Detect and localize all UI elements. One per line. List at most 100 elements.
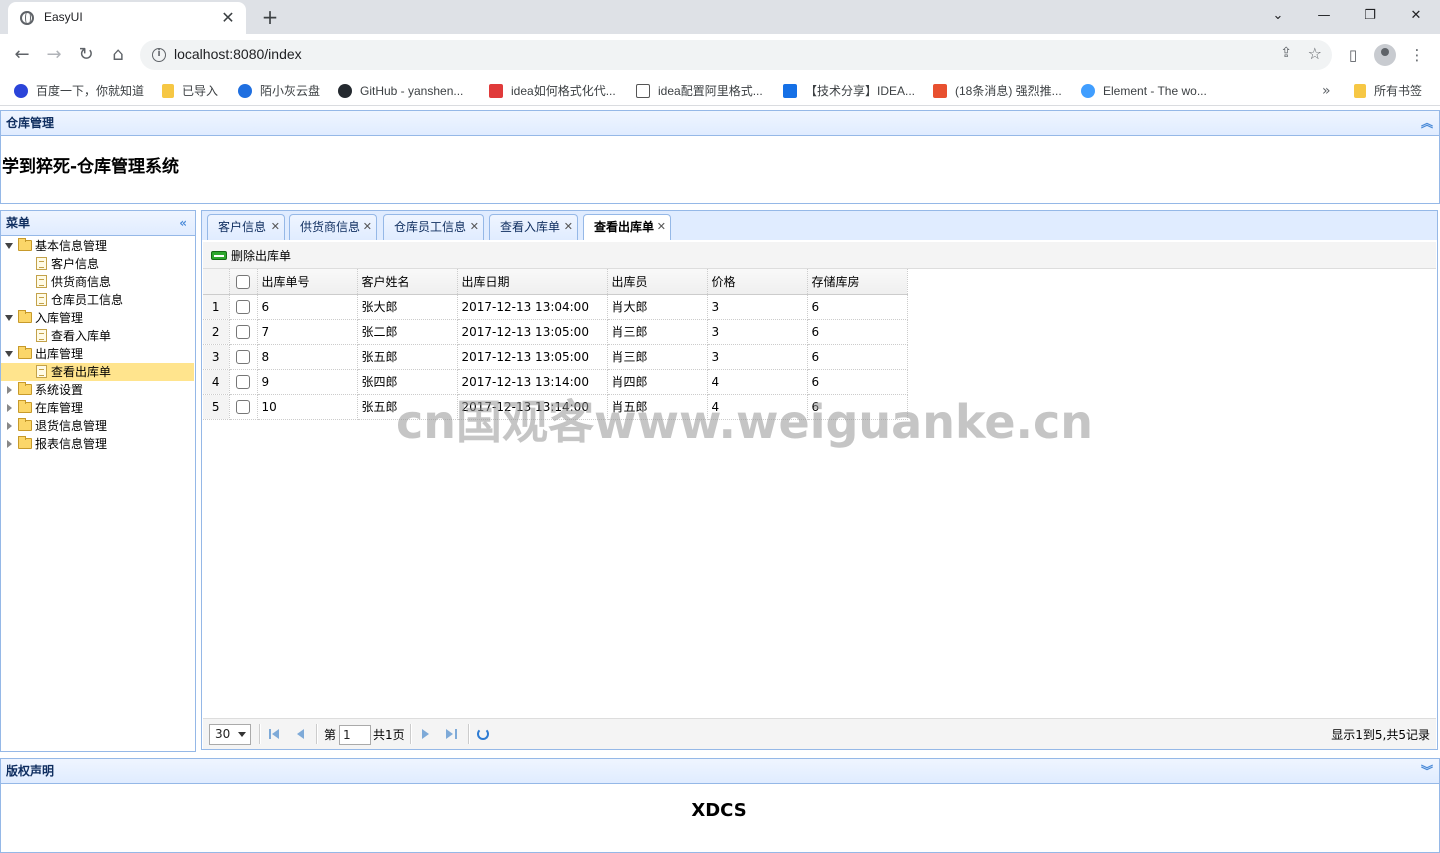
- table-cell[interactable]: 肖三郎: [607, 319, 708, 345]
- row-checkbox[interactable]: [236, 324, 250, 339]
- tree-expand-icon[interactable]: [5, 315, 13, 321]
- tree-node-view-outbound[interactable]: 查看出库单: [1, 363, 194, 381]
- back-button[interactable]: ←: [10, 43, 34, 67]
- bookmark-item[interactable]: (18条消息) 强烈推...: [933, 82, 1062, 100]
- row-checkbox-cell[interactable]: [229, 344, 258, 370]
- bookmark-item[interactable]: 陌小灰云盘: [238, 82, 320, 100]
- tree-expand-icon[interactable]: [5, 243, 13, 249]
- tree-expand-icon[interactable]: [5, 351, 13, 357]
- row-checkbox[interactable]: [236, 399, 250, 414]
- row-checkbox-cell[interactable]: [229, 294, 258, 320]
- tree-collapse-icon[interactable]: [7, 404, 12, 412]
- restore-button[interactable]: ❐: [1358, 6, 1382, 26]
- bookmark-item[interactable]: 百度一下，你就知道: [14, 82, 144, 100]
- bookmark-star-icon[interactable]: ☆: [1308, 44, 1322, 63]
- collapse-left-icon[interactable]: «: [179, 211, 187, 235]
- table-cell[interactable]: 2017-12-13 13:05:00: [457, 344, 608, 370]
- tree-node-supplier-info[interactable]: 供货商信息: [1, 273, 194, 291]
- reload-button[interactable]: ↻: [74, 43, 98, 67]
- column-header[interactable]: 客户姓名: [357, 269, 458, 295]
- row-checkbox[interactable]: [236, 299, 250, 314]
- close-icon[interactable]: ✕: [657, 215, 666, 239]
- tree-node-stock[interactable]: 在库管理: [1, 399, 194, 417]
- table-cell[interactable]: 9: [257, 369, 358, 395]
- tab-customer-info[interactable]: 客户信息 ✕: [207, 214, 285, 240]
- page-size-select[interactable]: 30: [209, 724, 251, 745]
- row-checkbox-cell[interactable]: [229, 394, 258, 420]
- row-checkbox[interactable]: [236, 349, 250, 364]
- minimize-button[interactable]: —: [1312, 6, 1336, 26]
- table-cell[interactable]: 7: [257, 319, 358, 345]
- refresh-icon[interactable]: [477, 728, 489, 740]
- share-icon[interactable]: ⇪: [1280, 45, 1292, 61]
- table-cell[interactable]: 肖大郎: [607, 294, 708, 320]
- table-row[interactable]: 2 7 张二郎 2017-12-13 13:05:00 肖三郎 3 6: [203, 319, 908, 345]
- all-bookmarks[interactable]: 所有书签: [1354, 82, 1422, 100]
- address-bar[interactable]: i localhost:8080/index ⇪ ☆: [140, 40, 1332, 70]
- row-checkbox-cell[interactable]: [229, 369, 258, 395]
- tree-node-staff-info[interactable]: 仓库员工信息: [1, 291, 194, 309]
- collapse-up-icon[interactable]: ︽: [1421, 111, 1433, 135]
- bookmark-item[interactable]: idea配置阿里格式...: [636, 82, 763, 100]
- close-icon[interactable]: ✕: [470, 215, 479, 239]
- side-panel-icon[interactable]: ▯: [1342, 44, 1364, 66]
- tree-node-customer-info[interactable]: 客户信息: [1, 255, 194, 273]
- table-cell[interactable]: 10: [257, 394, 358, 420]
- tab-staff-info[interactable]: 仓库员工信息 ✕: [383, 214, 484, 240]
- home-button[interactable]: ⌂: [106, 43, 130, 67]
- table-cell[interactable]: 2017-12-13 13:04:00: [457, 294, 608, 320]
- table-row[interactable]: 1 6 张大郎 2017-12-13 13:04:00 肖大郎 3 6: [203, 294, 908, 320]
- bookmark-item[interactable]: 【技术分享】IDEA...: [783, 82, 915, 100]
- table-row[interactable]: 3 8 张五郎 2017-12-13 13:05:00 肖三郎 3 6: [203, 344, 908, 370]
- tree-collapse-icon[interactable]: [7, 422, 12, 430]
- tab-supplier-info[interactable]: 供货商信息 ✕: [289, 214, 377, 240]
- last-page-icon[interactable]: [444, 726, 460, 742]
- tree-collapse-icon[interactable]: [7, 386, 12, 394]
- tree-node-basic-info[interactable]: 基本信息管理: [1, 237, 194, 255]
- bookmark-item[interactable]: idea如何格式化代...: [489, 82, 616, 100]
- column-header[interactable]: 出库员: [607, 269, 708, 295]
- column-header[interactable]: 出库单号: [257, 269, 358, 295]
- site-info-icon[interactable]: i: [152, 48, 166, 62]
- tab-search-icon[interactable]: ⌄: [1266, 6, 1290, 26]
- collapse-down-icon[interactable]: ︾: [1421, 759, 1433, 783]
- first-page-icon[interactable]: [267, 726, 283, 742]
- delete-outbound-button[interactable]: 删除出库单: [209, 246, 291, 266]
- table-cell[interactable]: 肖三郎: [607, 344, 708, 370]
- close-icon[interactable]: ✕: [363, 215, 372, 239]
- forward-button[interactable]: →: [42, 43, 66, 67]
- column-header[interactable]: 存储库房: [807, 269, 908, 295]
- select-all-checkbox[interactable]: [236, 274, 250, 289]
- table-cell[interactable]: 张大郎: [357, 294, 458, 320]
- row-checkbox[interactable]: [236, 374, 250, 389]
- table-cell[interactable]: 8: [257, 344, 358, 370]
- tab-view-inbound[interactable]: 查看入库单 ✕: [489, 214, 578, 240]
- tree-node-returns[interactable]: 退货信息管理: [1, 417, 194, 435]
- table-cell[interactable]: 3: [707, 319, 808, 345]
- column-header[interactable]: 出库日期: [457, 269, 608, 295]
- bookmark-item[interactable]: GitHub - yanshen...: [338, 82, 463, 100]
- table-cell[interactable]: 3: [707, 344, 808, 370]
- more-bookmarks-icon[interactable]: »: [1322, 82, 1331, 100]
- tree-node-view-inbound[interactable]: 查看入库单: [1, 327, 194, 345]
- tree-node-system-settings[interactable]: 系统设置: [1, 381, 194, 399]
- tab-view-outbound[interactable]: 查看出库单 ✕: [583, 214, 671, 241]
- row-checkbox-cell[interactable]: [229, 319, 258, 345]
- profile-avatar[interactable]: [1374, 44, 1396, 66]
- tree-collapse-icon[interactable]: [7, 440, 12, 448]
- new-tab-button[interactable]: +: [258, 5, 282, 29]
- bookmark-item[interactable]: 已导入: [162, 82, 218, 100]
- table-cell[interactable]: 3: [707, 294, 808, 320]
- url-text[interactable]: localhost:8080/index: [174, 46, 302, 62]
- table-cell[interactable]: 6: [807, 344, 908, 370]
- table-cell[interactable]: 张五郎: [357, 344, 458, 370]
- close-icon[interactable]: ✕: [564, 215, 573, 239]
- table-cell[interactable]: 6: [807, 294, 908, 320]
- menu-dots-icon[interactable]: ⋮: [1406, 44, 1428, 66]
- table-cell[interactable]: 6: [807, 319, 908, 345]
- table-cell[interactable]: 张二郎: [357, 319, 458, 345]
- select-all-checkbox-cell[interactable]: [229, 269, 258, 295]
- tree-node-reports[interactable]: 报表信息管理: [1, 435, 194, 453]
- table-cell[interactable]: 2017-12-13 13:05:00: [457, 319, 608, 345]
- next-page-icon[interactable]: [418, 726, 434, 742]
